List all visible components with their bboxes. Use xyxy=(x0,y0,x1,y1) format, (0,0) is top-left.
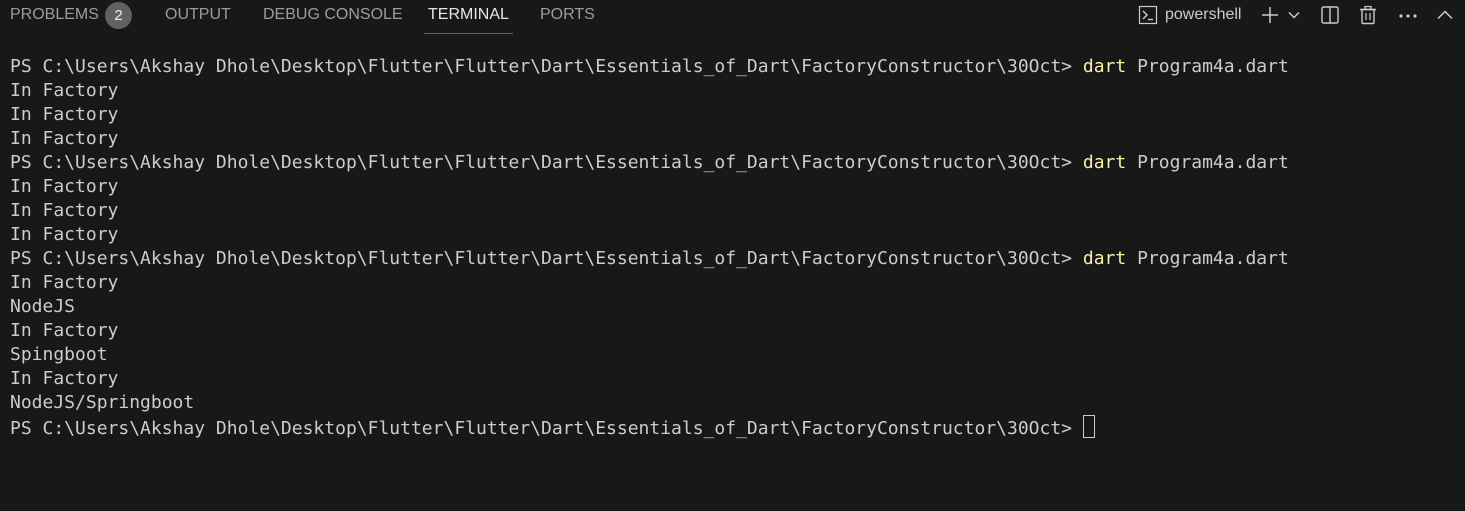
command-keyword: dart xyxy=(1082,248,1127,269)
output-text: Spingboot xyxy=(10,344,108,365)
prompt-text: PS C:\Users\Akshay Dhole\Desktop\Flutter… xyxy=(10,248,1073,269)
terminal-cursor xyxy=(1083,415,1096,438)
tab-output[interactable]: OUTPUT xyxy=(165,0,231,30)
tab-problems-label: PROBLEMS xyxy=(10,6,99,23)
shell-name-label[interactable]: powershell xyxy=(1165,0,1241,30)
terminal-output-line: NodeJS xyxy=(10,295,1289,319)
terminal-output[interactable]: PS C:\Users\Akshay Dhole\Desktop\Flutter… xyxy=(10,55,1289,439)
command-argument: Program4a.dart xyxy=(1137,56,1289,77)
prompt-text: PS C:\Users\Akshay Dhole\Desktop\Flutter… xyxy=(10,418,1073,439)
terminal-output-line: In Factory xyxy=(10,319,1289,343)
trash-icon[interactable] xyxy=(1356,3,1380,27)
terminal-output-line: In Factory xyxy=(10,79,1289,103)
tab-problems[interactable]: PROBLEMS xyxy=(10,0,99,30)
terminal-output-line: In Factory xyxy=(10,367,1289,391)
output-text: In Factory xyxy=(10,272,119,293)
terminal-output-line: In Factory xyxy=(10,175,1289,199)
terminal-output-line: In Factory xyxy=(10,271,1289,295)
tab-ports-label: PORTS xyxy=(540,6,595,23)
output-text: In Factory xyxy=(10,176,119,197)
tab-debug-console[interactable]: DEBUG CONSOLE xyxy=(263,0,403,30)
prompt-text: PS C:\Users\Akshay Dhole\Desktop\Flutter… xyxy=(10,152,1073,173)
output-text: In Factory xyxy=(10,128,119,149)
command-argument: Program4a.dart xyxy=(1137,248,1289,269)
output-text: In Factory xyxy=(10,368,119,389)
output-text: NodeJS/Springboot xyxy=(10,392,195,413)
tab-ports[interactable]: PORTS xyxy=(540,0,595,30)
terminal-output-line: NodeJS/Springboot xyxy=(10,391,1289,415)
chevron-up-icon[interactable] xyxy=(1434,3,1456,27)
terminal-command-line: PS C:\Users\Akshay Dhole\Desktop\Flutter… xyxy=(10,151,1289,175)
output-text: In Factory xyxy=(10,104,119,125)
ellipsis-icon[interactable] xyxy=(1396,3,1420,27)
terminal-output-line: In Factory xyxy=(10,223,1289,247)
problems-count-badge: 2 xyxy=(105,2,132,29)
prompt-text: PS C:\Users\Akshay Dhole\Desktop\Flutter… xyxy=(10,56,1073,77)
output-text: In Factory xyxy=(10,320,119,341)
output-text: NodeJS xyxy=(10,296,76,317)
tab-output-label: OUTPUT xyxy=(165,6,231,23)
output-text: In Factory xyxy=(10,80,119,101)
panel-tab-bar: PROBLEMS 2 OUTPUT DEBUG CONSOLE TERMINAL… xyxy=(0,0,1465,36)
tab-terminal-label: TERMINAL xyxy=(428,6,509,23)
split-terminal-icon[interactable] xyxy=(1318,3,1342,27)
tab-debug-console-label: DEBUG CONSOLE xyxy=(263,6,403,23)
output-text: In Factory xyxy=(10,200,119,221)
tab-terminal[interactable]: TERMINAL xyxy=(424,0,513,34)
terminal-command-line: PS C:\Users\Akshay Dhole\Desktop\Flutter… xyxy=(10,55,1289,79)
command-keyword: dart xyxy=(1082,56,1127,77)
terminal-prompt-line: PS C:\Users\Akshay Dhole\Desktop\Flutter… xyxy=(10,415,1289,439)
chevron-down-icon[interactable] xyxy=(1286,3,1302,27)
terminal-powershell-icon[interactable] xyxy=(1135,3,1161,27)
command-argument: Program4a.dart xyxy=(1137,152,1289,173)
terminal-output-line: In Factory xyxy=(10,127,1289,151)
terminal-output-line: In Factory xyxy=(10,103,1289,127)
command-keyword: dart xyxy=(1082,152,1127,173)
terminal-output-line: In Factory xyxy=(10,199,1289,223)
terminal-command-line: PS C:\Users\Akshay Dhole\Desktop\Flutter… xyxy=(10,247,1289,271)
terminal-output-line: Spingboot xyxy=(10,343,1289,367)
terminal-panel: PROBLEMS 2 OUTPUT DEBUG CONSOLE TERMINAL… xyxy=(0,0,1465,511)
output-text: In Factory xyxy=(10,224,119,245)
plus-icon[interactable] xyxy=(1258,3,1282,27)
